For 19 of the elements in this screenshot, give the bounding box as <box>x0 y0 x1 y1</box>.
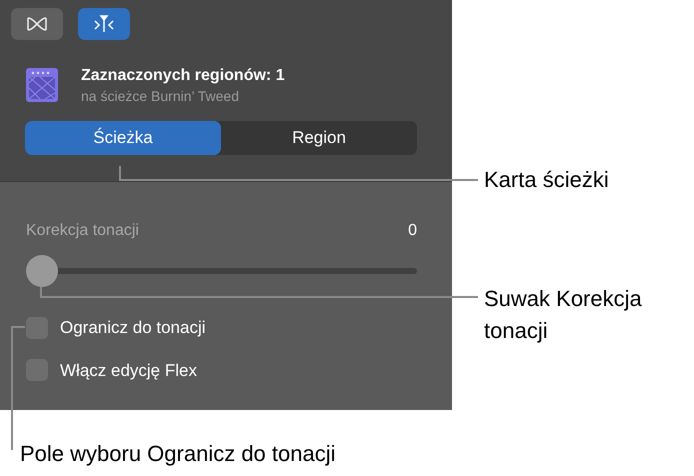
callout-label: Suwak Korekcja tonacji <box>484 285 643 345</box>
hourglass-icon <box>26 16 48 32</box>
tuning-fork-icon <box>93 15 115 33</box>
amplifier-icon <box>25 67 59 103</box>
slider-thumb[interactable] <box>26 255 58 287</box>
checkbox-label: Ogranicz do tonacji <box>60 317 206 339</box>
callout-label: Pole wyboru Ogranicz do tonacji <box>20 440 336 468</box>
slider-label: Korekcja tonacji <box>26 221 139 241</box>
tab[interactable]: Region <box>221 121 417 155</box>
slider[interactable] <box>26 255 417 287</box>
toolbar-button[interactable] <box>78 8 130 40</box>
callout-label: Karta ścieżki <box>484 166 609 194</box>
selection-title: Zaznaczonych regionów: 1 <box>81 66 285 86</box>
checkbox-label: Włącz edycję Flex <box>60 360 197 382</box>
checkbox[interactable] <box>26 316 48 339</box>
toolbar-button[interactable] <box>11 8 63 40</box>
tab[interactable]: Ścieżka <box>25 121 221 155</box>
slider-reading: 0 <box>408 221 417 241</box>
track-subtitle: na ścieżce Burnin’ Tweed <box>81 87 240 105</box>
